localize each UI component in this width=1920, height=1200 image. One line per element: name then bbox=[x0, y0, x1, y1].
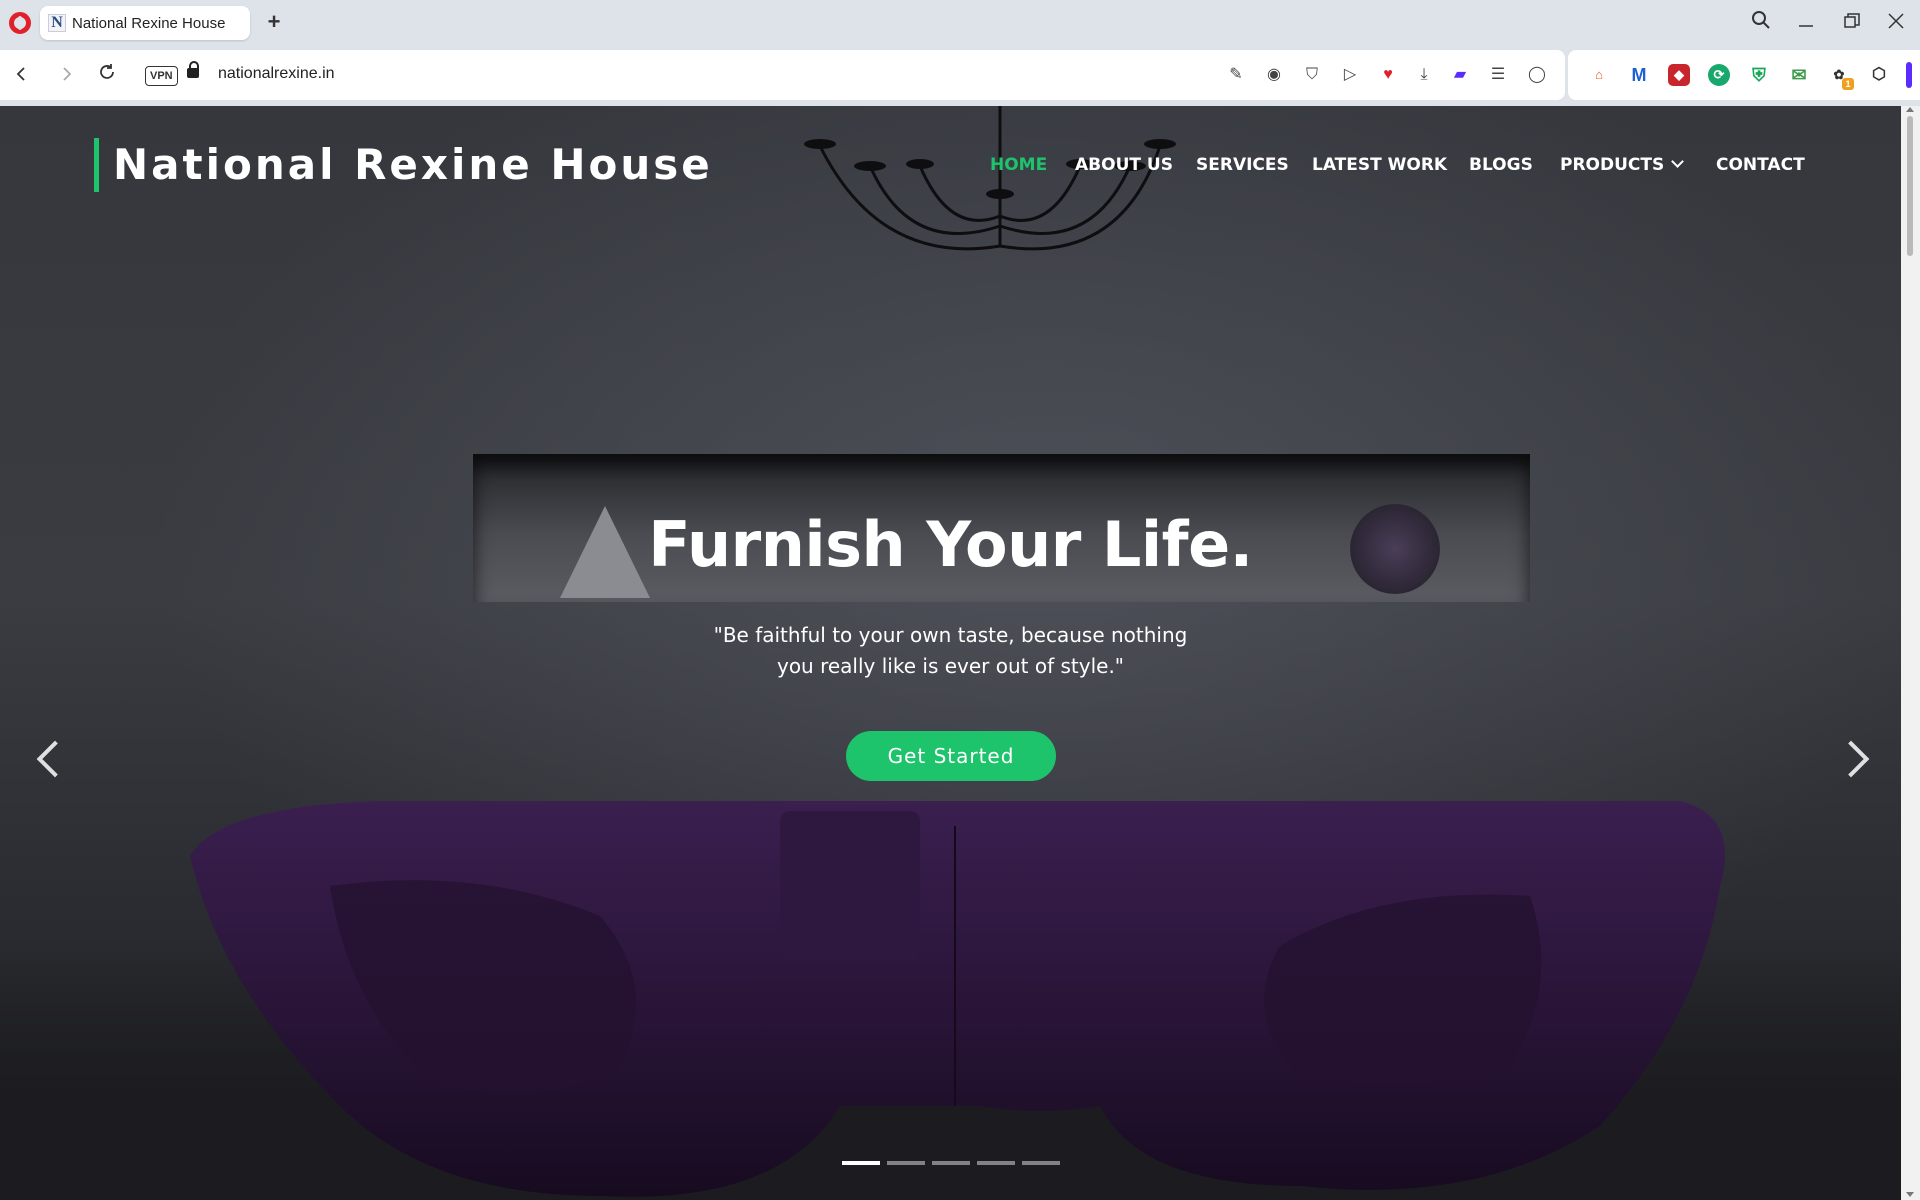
back-button[interactable] bbox=[8, 62, 34, 88]
nav-item-latest-work[interactable]: LATEST WORK bbox=[1312, 150, 1447, 180]
heart-icon[interactable]: ♥ bbox=[1377, 64, 1399, 86]
nav-item-contact[interactable]: CONTACT bbox=[1716, 150, 1805, 180]
carousel-indicator-2[interactable] bbox=[887, 1161, 925, 1165]
address-bar: VPN nationalrexine.in ✎ ◉ ⛉ ▷ ♥ ⤓ ▰ ☰ ◯ bbox=[0, 50, 1565, 100]
puzzle-extension-icon[interactable]: ✿ 1 bbox=[1828, 64, 1854, 90]
browser-tab[interactable]: N National Rexine House bbox=[40, 6, 250, 40]
nav-item-home[interactable]: HOME bbox=[990, 150, 1047, 180]
nav-item-blogs[interactable]: BLOGS bbox=[1469, 150, 1533, 180]
chevron-left-icon bbox=[16, 67, 25, 81]
settings-sliders-icon[interactable]: ☰ bbox=[1487, 64, 1509, 86]
chandelier-image bbox=[804, 106, 1176, 251]
scroll-thumb[interactable] bbox=[1907, 116, 1913, 256]
search-tabs-icon[interactable] bbox=[1747, 10, 1775, 38]
sync-extension-icon[interactable]: ⟳ bbox=[1708, 64, 1730, 86]
reload-icon bbox=[100, 64, 114, 79]
cube-icon[interactable]: ⬡ bbox=[1868, 64, 1890, 86]
camera-icon[interactable]: ◉ bbox=[1263, 64, 1285, 86]
mcafee-icon[interactable]: ◆ bbox=[1668, 64, 1690, 86]
nav-item-about-us[interactable]: ABOUT US bbox=[1075, 150, 1173, 180]
extension-badge: 1 bbox=[1842, 78, 1854, 90]
vpn-badge[interactable]: VPN bbox=[145, 66, 178, 86]
shield-extension-icon[interactable]: ⛨ bbox=[1748, 64, 1770, 86]
nav-item-products[interactable]: PRODUCTS bbox=[1560, 150, 1685, 180]
carousel-indicator-3[interactable] bbox=[932, 1161, 970, 1165]
nav-item-services[interactable]: SERVICES bbox=[1196, 150, 1289, 180]
wallet-icon[interactable]: ▰ bbox=[1449, 64, 1471, 86]
hero-quote-line-2: you really like is ever out of style." bbox=[776, 654, 1125, 678]
profile-icon[interactable]: ◯ bbox=[1526, 64, 1548, 86]
browser-tab-bar: N National Rexine House + bbox=[0, 0, 1920, 48]
chevron-down-icon bbox=[1671, 155, 1685, 168]
play-icon[interactable]: ▷ bbox=[1339, 64, 1361, 86]
opera-logo-icon[interactable] bbox=[9, 12, 31, 34]
page-scrollbar[interactable] bbox=[1901, 106, 1920, 1200]
reload-button[interactable] bbox=[94, 62, 120, 88]
inbox-extension-icon[interactable]: ✉ bbox=[1788, 64, 1810, 86]
url-field[interactable]: nationalrexine.in bbox=[218, 65, 335, 83]
minimize-button[interactable] bbox=[1792, 10, 1820, 38]
hero-quote: "Be faithful to your own taste, because … bbox=[700, 620, 1201, 682]
web-page-viewport: National Rexine House HOME ABOUT US SERV… bbox=[0, 106, 1901, 1200]
carousel-indicator-4[interactable] bbox=[977, 1161, 1015, 1165]
edit-icon[interactable]: ✎ bbox=[1225, 64, 1247, 86]
scroll-down-arrow-icon[interactable] bbox=[1906, 1192, 1914, 1197]
nav-item-products-label: PRODUCTS bbox=[1560, 155, 1665, 175]
site-brand-logo[interactable]: National Rexine House bbox=[94, 138, 713, 192]
close-window-button[interactable] bbox=[1882, 10, 1910, 38]
restore-button[interactable] bbox=[1838, 10, 1866, 38]
sidebar-toggle[interactable] bbox=[1906, 62, 1912, 88]
tab-favicon-icon: N bbox=[48, 14, 66, 32]
hero-quote-line-1: "Be faithful to your own taste, because … bbox=[713, 623, 1188, 647]
chevron-right-icon bbox=[63, 67, 72, 81]
lock-icon[interactable] bbox=[187, 61, 199, 78]
tab-title: National Rexine House bbox=[72, 15, 226, 32]
download-icon[interactable]: ⤓ bbox=[1413, 64, 1435, 86]
get-started-button[interactable]: Get Started bbox=[846, 731, 1056, 781]
carousel-indicator-1[interactable] bbox=[842, 1161, 880, 1165]
scroll-up-arrow-icon[interactable] bbox=[1906, 107, 1914, 112]
hero-title: Furnish Your Life. bbox=[648, 508, 1253, 581]
carousel-indicator-5[interactable] bbox=[1022, 1161, 1060, 1165]
malwarebytes-icon[interactable]: M bbox=[1628, 64, 1650, 86]
extensions-bar: ⌂ M ◆ ⟳ ⛨ ✉ ✿ 1 ⬡ bbox=[1568, 50, 1920, 100]
extension-hat-icon[interactable]: ⌂ bbox=[1588, 64, 1610, 86]
forward-button[interactable] bbox=[54, 62, 80, 88]
new-tab-button[interactable]: + bbox=[262, 10, 286, 34]
shield-check-icon[interactable]: ⛉ bbox=[1301, 64, 1323, 86]
